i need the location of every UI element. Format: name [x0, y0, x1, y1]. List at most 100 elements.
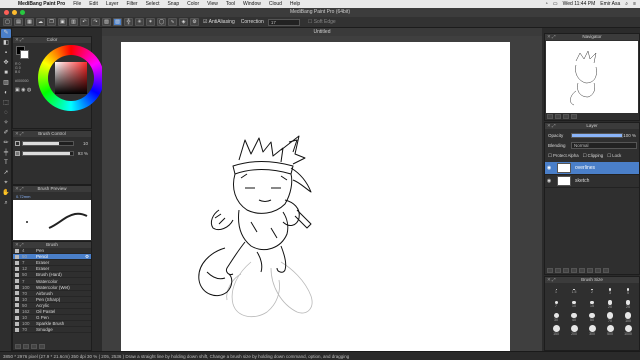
- fit-icon[interactable]: [563, 114, 569, 119]
- correction-select[interactable]: 17: [267, 18, 300, 26]
- battery-icon[interactable]: ▭: [553, 1, 558, 7]
- brush-size-option[interactable]: 15: [583, 299, 601, 310]
- clipping-checkbox[interactable]: ☐ Clipping: [583, 153, 604, 159]
- color-mode-icons[interactable]: ▣ ◉ ◍: [15, 87, 31, 93]
- select-pen-tool-icon[interactable]: ✐: [1, 129, 11, 138]
- panel-close-icon[interactable]: ✕ ⤢: [547, 123, 556, 129]
- brush-size-option[interactable]: 300: [583, 325, 601, 336]
- cloud-brush-icon[interactable]: [23, 344, 29, 349]
- add-brush-icon[interactable]: [15, 344, 21, 349]
- brush-size-slider[interactable]: 10: [22, 141, 88, 146]
- menu-cloud[interactable]: Cloud: [265, 1, 286, 7]
- new-layer-icon[interactable]: [547, 268, 553, 273]
- brush-size-option[interactable]: 1000: [619, 325, 637, 336]
- blending-select[interactable]: Normal: [571, 142, 637, 149]
- soft-edge-checkbox[interactable]: ☐ Soft Edge: [308, 19, 336, 25]
- panel-close-icon[interactable]: ✕ ⤢: [15, 131, 24, 137]
- drawing-canvas[interactable]: [121, 42, 510, 351]
- panel-close-icon[interactable]: ✕ ⤢: [15, 37, 24, 43]
- menu-tool[interactable]: Tool: [222, 1, 239, 7]
- brush-size-option[interactable]: 30: [547, 312, 565, 323]
- brush-size-option[interactable]: 100: [619, 312, 637, 323]
- snap-curve-icon[interactable]: ∿: [168, 18, 177, 26]
- zoom-window-button[interactable]: [20, 10, 25, 15]
- lock-checkbox[interactable]: ☐ Lock: [607, 153, 621, 159]
- lasso-tool-icon[interactable]: ◌: [1, 109, 11, 118]
- dot-tool-icon[interactable]: ▪: [1, 49, 11, 58]
- menu-edit[interactable]: Edit: [85, 1, 102, 7]
- protect-alpha-checkbox[interactable]: ☐ Protect Alpha: [548, 153, 579, 159]
- brush-settings-icon[interactable]: [31, 344, 37, 349]
- menu-select[interactable]: Select: [142, 1, 164, 7]
- layer-down-icon[interactable]: [587, 268, 593, 273]
- layer-opacity-slider[interactable]: [571, 133, 623, 138]
- close-window-button[interactable]: [4, 10, 9, 15]
- brush-size-option[interactable]: 20: [601, 299, 619, 310]
- panel-close-icon[interactable]: ✕ ⤢: [15, 186, 24, 192]
- redo-icon[interactable]: ↷: [91, 18, 100, 26]
- hand-tool-icon[interactable]: ✋: [1, 189, 11, 198]
- layer-row-sketch[interactable]: ◉ sketch: [545, 175, 639, 188]
- brush-opacity-slider[interactable]: 93 %: [22, 151, 88, 156]
- snap-3d-icon[interactable]: ◈: [179, 18, 188, 26]
- zoom-in-icon[interactable]: [547, 114, 553, 119]
- brush-size-option[interactable]: 1: [547, 286, 565, 297]
- brush-size-option[interactable]: 40: [565, 312, 583, 323]
- menu-color[interactable]: Color: [183, 1, 203, 7]
- open-folder-icon[interactable]: ▤: [14, 18, 23, 26]
- app-menu[interactable]: MediBang Paint Pro: [14, 1, 69, 7]
- delete-layer-icon[interactable]: [603, 268, 609, 273]
- panel-close-icon[interactable]: ✕ ⤢: [15, 242, 24, 248]
- eraser-tool-icon[interactable]: ◧: [1, 39, 11, 48]
- move-tool-icon[interactable]: ✥: [1, 59, 11, 68]
- sub-color-swatch[interactable]: [20, 50, 29, 59]
- menu-list-icon[interactable]: ≡: [633, 1, 636, 7]
- brush-settings-gear-icon[interactable]: ⚙: [85, 254, 91, 260]
- brush-size-option[interactable]: 70: [601, 312, 619, 323]
- layer-row-overlines[interactable]: ◉ overlines: [545, 162, 639, 175]
- menu-layer[interactable]: Layer: [102, 1, 123, 7]
- navigator-preview[interactable]: [546, 41, 638, 113]
- rotate-icon[interactable]: [571, 114, 577, 119]
- layer-up-icon[interactable]: [579, 268, 585, 273]
- brush-size-option[interactable]: 10: [565, 299, 583, 310]
- brush-size-option[interactable]: 50: [583, 312, 601, 323]
- snap-vanish-icon[interactable]: ✳: [135, 18, 144, 26]
- layer-folder-icon[interactable]: [563, 268, 569, 273]
- brush-size-option[interactable]: 2: [583, 286, 601, 297]
- menu-window[interactable]: Window: [239, 1, 265, 7]
- menubar-user[interactable]: Emir Asa: [600, 1, 620, 7]
- fill-tool-icon[interactable]: ◐: [1, 89, 11, 98]
- document-tab[interactable]: Untitled: [102, 28, 542, 36]
- brush-tool-icon[interactable]: ✎: [1, 29, 11, 38]
- trash-icon[interactable]: ▥: [69, 18, 78, 26]
- brush-size-option[interactable]: 7: [547, 299, 565, 310]
- snap-settings-icon[interactable]: ⚙: [190, 18, 199, 26]
- select-eraser-tool-icon[interactable]: ✏: [1, 139, 11, 148]
- brush-size-option[interactable]: 1.5: [565, 286, 583, 297]
- snap-off-icon[interactable]: ▧: [102, 18, 111, 26]
- brush-size-option[interactable]: 200: [565, 325, 583, 336]
- panel-close-icon[interactable]: ✕ ⤢: [547, 277, 556, 283]
- visibility-eye-icon[interactable]: ◉: [545, 165, 553, 171]
- delete-brush-icon[interactable]: [39, 344, 45, 349]
- cloud-icon[interactable]: ☁: [36, 18, 45, 26]
- brush-item[interactable]: 70 Smudge: [13, 327, 91, 334]
- antialiasing-checkbox[interactable]: ☑ AntiAliasing: [203, 19, 235, 25]
- zoom-tool-icon[interactable]: ⌕: [1, 199, 11, 208]
- menu-file[interactable]: File: [69, 1, 85, 7]
- color-wheel[interactable]: [38, 45, 104, 111]
- undo-icon[interactable]: ↶: [80, 18, 89, 26]
- brush-size-option[interactable]: 3: [601, 286, 619, 297]
- wifi-icon[interactable]: ◔: [545, 1, 548, 7]
- text-tool-icon[interactable]: T: [1, 159, 11, 168]
- snap-radial-icon[interactable]: ✶: [146, 18, 155, 26]
- divide-tool-icon[interactable]: ╪: [1, 149, 11, 158]
- brush-size-option[interactable]: 150: [547, 325, 565, 336]
- shape-tool-icon[interactable]: ■: [1, 69, 11, 78]
- layer-settings-icon[interactable]: [595, 268, 601, 273]
- panel-close-icon[interactable]: ✕ ⤢: [547, 34, 556, 40]
- menu-filter[interactable]: Filter: [122, 1, 141, 7]
- brush-size-option[interactable]: 500: [601, 325, 619, 336]
- minimize-window-button[interactable]: [12, 10, 17, 15]
